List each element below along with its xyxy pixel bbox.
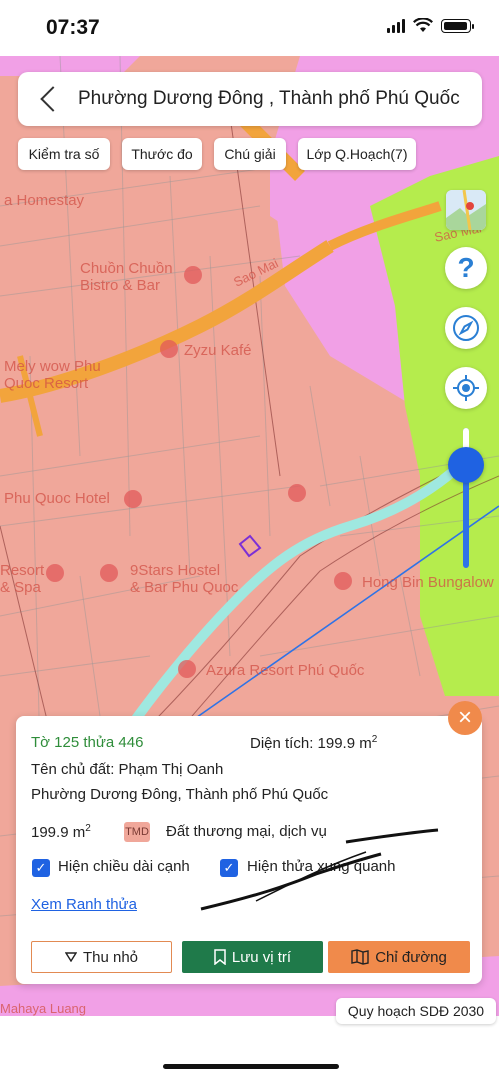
- status-bar: 07:37: [0, 0, 499, 56]
- view-boundary-link[interactable]: Xem Ranh thửa: [31, 896, 137, 913]
- planning-year-badge[interactable]: Quy hoạch SDĐ 2030: [336, 998, 496, 1024]
- land-area-unit-sup: 2: [85, 823, 91, 834]
- chip-check-number[interactable]: Kiểm tra số: [18, 138, 110, 170]
- crosshair-icon: [453, 375, 479, 401]
- parcel-address: Phường Dương Đông, Thành phố Phú Quốc: [31, 786, 329, 803]
- chip-ruler[interactable]: Thước đo: [122, 138, 202, 170]
- poi-icon: [334, 572, 355, 591]
- parcel-info-card: Tờ 125 thửa 446 Diện tích: 199.9 m2 Tên …: [16, 716, 482, 984]
- location-header: Phường Dương Đông , Thành phố Phú Quốc: [18, 72, 482, 126]
- map-layer-icon: [446, 190, 486, 230]
- poi-icon: [160, 340, 181, 359]
- owner-name: Tên chủ đất: Phạm Thị Oanh: [31, 761, 224, 778]
- land-area-text: 199.9 m: [31, 824, 86, 841]
- map-label-mahaya: Mahaya Luang: [0, 1001, 87, 1016]
- map-layer-switch-button[interactable]: [446, 190, 486, 230]
- close-icon: ×: [457, 704, 472, 731]
- map-label-mely: Mely wow Phu Quoc Resort: [4, 358, 101, 392]
- map-label-azura: Azura Resort Phú Quốc: [206, 662, 365, 679]
- opacity-slider-handle[interactable]: [448, 447, 484, 483]
- parcel-area-text: Diện tích: 199.9 m: [250, 735, 372, 752]
- bookmark-icon: [214, 949, 226, 965]
- checkmark-icon: ✓: [35, 860, 47, 875]
- land-code-badge: TMD: [124, 822, 150, 842]
- cellular-signal-icon: [387, 18, 405, 33]
- map-label-chuon-chuon: Chuồn Chuồn Bistro & Bar: [80, 260, 173, 294]
- help-button[interactable]: ?: [445, 247, 487, 289]
- poi-icon: [100, 564, 121, 583]
- battery-icon: [441, 18, 474, 33]
- back-arrow-icon[interactable]: [40, 86, 66, 112]
- map-label-hong-bin: Hong Bin Bungalow: [362, 574, 494, 591]
- question-icon: ?: [457, 252, 475, 283]
- directions-label: Chỉ đường: [375, 948, 447, 966]
- status-time: 07:37: [46, 16, 100, 39]
- map-icon: [351, 949, 369, 965]
- map-label-9stars: 9Stars Hostel & Bar Phu Quoc: [130, 562, 239, 596]
- compass-icon: [453, 315, 479, 341]
- save-location-button[interactable]: Lưu vị trí: [182, 941, 323, 973]
- compass-button[interactable]: [445, 307, 487, 349]
- map-label-zyzu: Zyzu Kafé: [184, 342, 252, 359]
- collapse-button[interactable]: Thu nhỏ: [31, 941, 172, 973]
- collapse-button-label: Thu nhỏ: [82, 948, 139, 966]
- map-label-resort-spa: Resort & Spa: [0, 562, 45, 596]
- poi-icon: [184, 266, 205, 285]
- parcel-area-unit-sup: 2: [371, 734, 378, 745]
- parcel-area: Diện tích: 199.9 m2: [250, 734, 377, 752]
- show-edge-lengths-label: Hiện chiều dài cạnh: [58, 858, 190, 875]
- chip-planning-layers[interactable]: Lớp Q.Hoạch(7): [298, 138, 416, 170]
- map-label-phu-quoc-hotel: Phu Quoc Hotel: [4, 490, 110, 507]
- directions-button[interactable]: Chỉ đường: [328, 941, 470, 973]
- chip-legend[interactable]: Chú giải: [214, 138, 286, 170]
- locate-me-button[interactable]: [445, 367, 487, 409]
- land-area-value: 199.9 m2: [31, 823, 91, 841]
- triangle-down-icon: [64, 952, 77, 962]
- map-label-homestay: a Homestay: [4, 192, 85, 209]
- save-location-label: Lưu vị trí: [231, 948, 292, 966]
- status-icons: [387, 18, 474, 33]
- location-title: Phường Dương Đông , Thành phố Phú Quốc: [78, 88, 460, 109]
- poi-icon: [46, 564, 67, 583]
- show-edge-lengths-checkbox[interactable]: ✓: [32, 859, 50, 877]
- home-indicator[interactable]: [163, 1064, 339, 1069]
- poi-icon: [178, 660, 199, 679]
- wifi-icon: [413, 18, 433, 32]
- poi-icon: [288, 484, 309, 503]
- parcel-id: Tờ 125 thửa 446: [31, 734, 144, 751]
- close-card-button[interactable]: ×: [448, 701, 482, 735]
- scribble-mark: [200, 828, 439, 911]
- poi-icon: [124, 490, 145, 509]
